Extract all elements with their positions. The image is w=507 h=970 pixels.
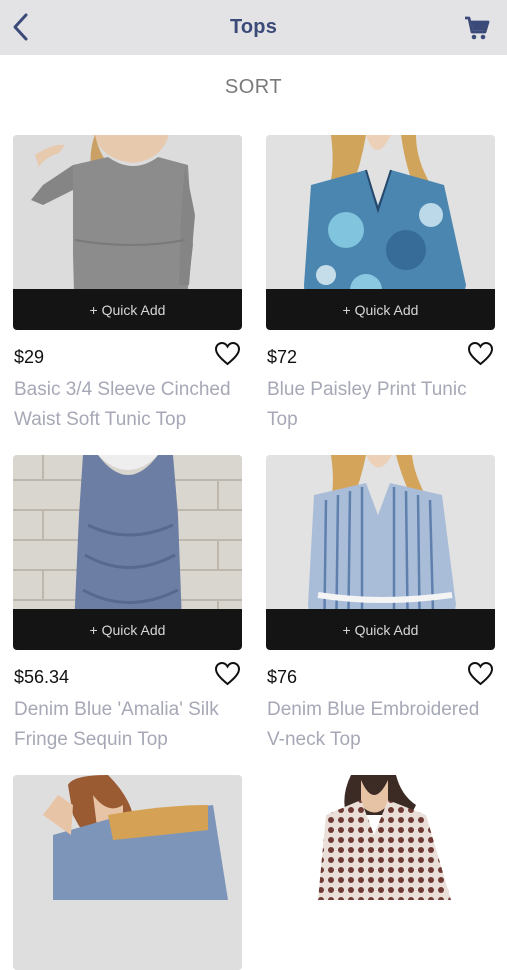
page-title: Tops [229, 16, 278, 38]
product-price: $76 [267, 667, 298, 687]
product-price: $56.34 [14, 667, 70, 687]
quick-add-button[interactable]: + Quick Add [266, 609, 495, 650]
quick-add-button[interactable]: + Quick Add [13, 609, 242, 650]
sort-button[interactable]: SORT [0, 76, 507, 99]
shopping-cart-icon [465, 16, 490, 40]
product-image[interactable] [266, 775, 495, 970]
product-image[interactable]: + Quick Add [13, 135, 242, 330]
product-image[interactable]: + Quick Add [266, 455, 495, 650]
quick-add-button[interactable]: + Quick Add [266, 289, 495, 330]
chevron-left-icon [13, 13, 28, 41]
favorite-button[interactable] [467, 341, 494, 367]
product-name[interactable]: Blue Paisley Print Tunic Top [267, 375, 497, 435]
favorite-button[interactable] [214, 661, 241, 687]
product-image[interactable]: + Quick Add [13, 455, 242, 650]
heart-outline-icon [467, 661, 494, 686]
product-name[interactable]: Basic 3/4 Sleeve Cinched Waist Soft Tuni… [14, 375, 244, 435]
product-price: $72 [267, 347, 298, 367]
back-button[interactable] [10, 12, 32, 42]
heart-outline-icon [214, 341, 241, 366]
heart-outline-icon [467, 341, 494, 366]
product-image[interactable]: + Quick Add [266, 135, 495, 330]
quick-add-button[interactable]: + Quick Add [13, 289, 242, 330]
favorite-button[interactable] [214, 341, 241, 367]
product-name[interactable]: Denim Blue Embroidered V-neck Top [267, 695, 497, 755]
product-name[interactable]: Denim Blue 'Amalia' Silk Fringe Sequin T… [14, 695, 244, 755]
product-price: $29 [14, 347, 45, 367]
cart-button[interactable] [463, 14, 491, 42]
product-image[interactable] [13, 775, 242, 970]
heart-outline-icon [214, 661, 241, 686]
top-navigation-bar: Tops [0, 0, 507, 55]
favorite-button[interactable] [467, 661, 494, 687]
